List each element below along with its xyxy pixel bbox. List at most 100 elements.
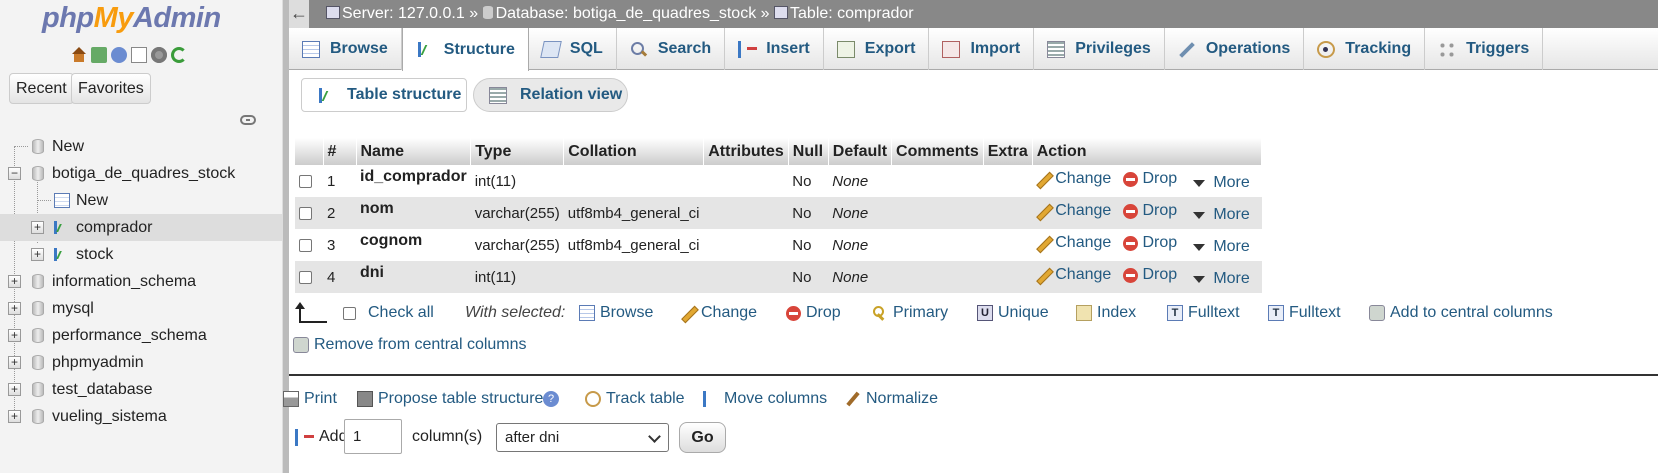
drop-link[interactable]: Drop (1123, 202, 1177, 220)
row-checkbox[interactable] (299, 207, 312, 221)
tab-sql[interactable]: SQL (529, 28, 617, 70)
reload-icon[interactable] (171, 47, 187, 63)
tree-item-performance-schema[interactable]: + performance_schema (0, 322, 283, 349)
bulk-index-button[interactable]: Index (1076, 302, 1136, 324)
bulk-change-button[interactable]: Change (681, 302, 757, 324)
exit-icon[interactable] (91, 47, 107, 63)
change-link[interactable]: Change (1036, 234, 1111, 252)
normalize-button[interactable]: Normalize (845, 388, 938, 410)
bulk-remove-central-button[interactable]: Remove from central columns (293, 334, 527, 356)
propose-structure-button[interactable]: Propose table structure (357, 388, 543, 410)
docs-icon[interactable] (131, 47, 147, 63)
row-checkbox[interactable] (299, 175, 312, 189)
tab-search[interactable]: Search (617, 28, 726, 70)
tab-insert[interactable]: Insert (725, 28, 824, 70)
expand-icon[interactable]: + (8, 383, 21, 396)
column-count-input[interactable] (344, 419, 402, 454)
tab-browse[interactable]: Browse (289, 28, 402, 70)
tab-operations[interactable]: Operations (1165, 28, 1305, 70)
back-arrow-icon[interactable]: ← (289, 0, 309, 28)
tab-import[interactable]: Import (929, 28, 1035, 70)
drop-link[interactable]: Drop (1123, 266, 1177, 284)
header-name[interactable]: Name (356, 138, 472, 165)
row-checkbox[interactable] (299, 271, 312, 285)
add-column-icon (295, 429, 314, 446)
tree-item-stock[interactable]: + stock (0, 241, 283, 268)
change-link[interactable]: Change (1036, 202, 1111, 220)
tree-item-phpmyadmin[interactable]: + phpmyadmin (0, 349, 283, 376)
change-link[interactable]: Change (1036, 266, 1111, 284)
tree-item-new[interactable]: New (0, 133, 283, 160)
more-dropdown[interactable]: More (1189, 238, 1250, 256)
eye-icon (585, 391, 601, 407)
header-action: Action (1032, 138, 1263, 165)
help-icon[interactable] (111, 47, 127, 63)
subtab-relation-view[interactable]: Relation view (473, 78, 628, 112)
bulk-fulltext-button[interactable]: T Fulltext (1167, 302, 1240, 324)
phpmyadmin-logo[interactable]: phpMyAdmin (42, 2, 221, 35)
bulk-fulltext-button-2[interactable]: T Fulltext (1268, 302, 1341, 324)
drop-link[interactable]: Drop (1123, 234, 1177, 252)
database-icon (32, 274, 44, 289)
with-selected-label: With selected: (465, 304, 566, 321)
tab-export[interactable]: Export (824, 28, 930, 70)
drop-link[interactable]: Drop (1123, 170, 1177, 188)
more-dropdown[interactable]: More (1189, 270, 1250, 288)
new-database-icon (32, 139, 44, 154)
track-table-button[interactable]: Track table (585, 388, 685, 410)
expand-icon[interactable]: + (8, 329, 21, 342)
breadcrumb-table[interactable]: Table: comprador (790, 5, 914, 22)
tree-item-vueling-sistema[interactable]: + vueling_sistema (0, 403, 283, 430)
header-type: Type (470, 138, 565, 165)
settings-icon[interactable] (151, 47, 167, 63)
bulk-browse-button[interactable]: Browse (579, 302, 653, 324)
change-link[interactable]: Change (1036, 170, 1111, 188)
move-columns-button[interactable]: Move columns (703, 388, 827, 410)
import-icon (942, 40, 961, 58)
tree-item-test-database[interactable]: + test_database (0, 376, 283, 403)
expand-icon[interactable]: + (8, 410, 21, 423)
expand-icon[interactable]: + (8, 356, 21, 369)
help-icon[interactable]: ? (543, 391, 559, 407)
more-dropdown[interactable]: More (1189, 174, 1250, 192)
row-checkbox[interactable] (299, 239, 312, 253)
bulk-unique-button[interactable]: U Unique (977, 302, 1049, 324)
structure-tools: Print Propose table structure ? Track ta… (283, 388, 1658, 410)
expand-icon[interactable]: + (31, 221, 44, 234)
bulk-primary-button[interactable]: Primary (872, 302, 948, 324)
tab-triggers[interactable]: Triggers (1425, 28, 1544, 70)
column-position-select[interactable]: after dni (496, 423, 669, 452)
tree-item-information-schema[interactable]: + information_schema (0, 268, 283, 295)
subtab-table-structure[interactable]: Table structure (301, 78, 467, 112)
database-icon (32, 166, 44, 181)
table-structure-icon[interactable] (52, 220, 68, 235)
link-with-main-icon[interactable] (240, 115, 256, 125)
tree-item-botiga-de-quadres-stock[interactable]: − botiga_de_quadres_stock (0, 160, 283, 187)
more-dropdown[interactable]: More (1189, 206, 1250, 224)
breadcrumb-server[interactable]: Server: 127.0.0.1 (342, 5, 465, 22)
check-all[interactable]: Check all (343, 302, 434, 324)
table-structure-icon[interactable] (52, 247, 68, 262)
expand-icon[interactable]: + (8, 302, 21, 315)
tab-tracking[interactable]: Tracking (1304, 28, 1426, 70)
expand-icon[interactable]: + (8, 275, 21, 288)
recent-button[interactable]: Recent (9, 73, 74, 104)
bulk-add-central-button[interactable]: Add to central columns (1369, 302, 1553, 324)
check-all-checkbox[interactable] (343, 306, 356, 320)
tab-privileges[interactable]: Privileges (1034, 28, 1165, 70)
triggers-icon (1438, 40, 1457, 58)
go-button[interactable]: Go (679, 422, 726, 453)
breadcrumb-database[interactable]: Database: botiga_de_quadres_stock (496, 5, 757, 22)
tree-item-mysql[interactable]: + mysql (0, 295, 283, 322)
tab-structure[interactable]: Structure (401, 28, 529, 71)
print-button[interactable]: Print (283, 388, 337, 410)
expand-icon[interactable]: + (31, 248, 44, 261)
collapse-icon[interactable]: − (8, 167, 21, 180)
chevron-down-icon (1193, 243, 1206, 251)
favorites-button[interactable]: Favorites (71, 73, 151, 104)
tree-item-comprador[interactable]: + comprador (0, 214, 283, 241)
tree-item-new-table[interactable]: New (0, 187, 283, 214)
bulk-drop-button[interactable]: Drop (786, 302, 841, 324)
top-menu: Browse Structure SQL Search Insert Expor… (289, 28, 1658, 71)
home-icon[interactable] (71, 47, 87, 63)
